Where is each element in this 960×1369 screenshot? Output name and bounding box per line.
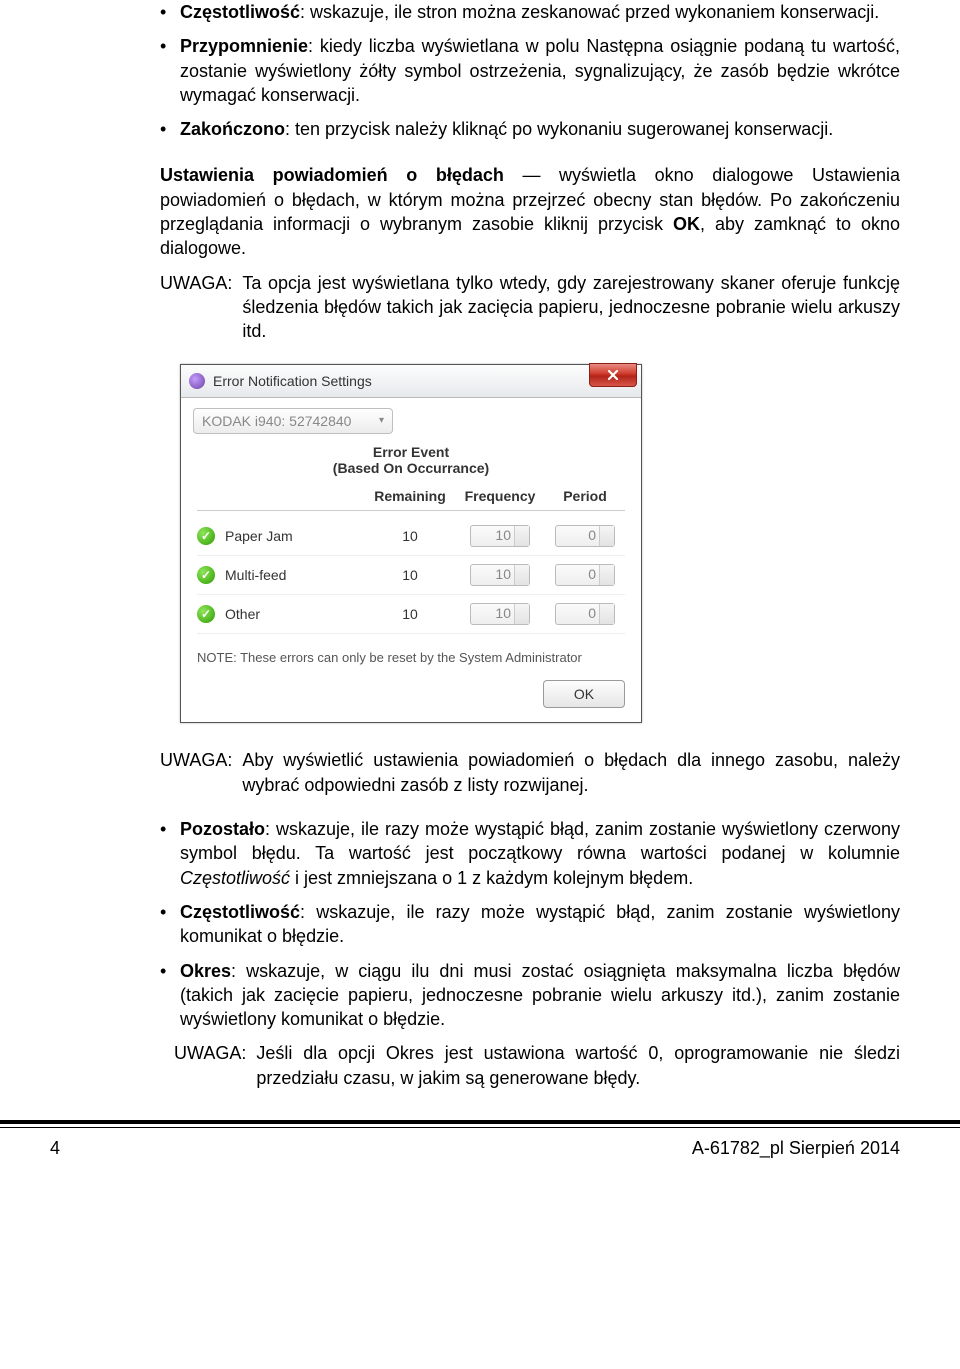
page-number: 4: [50, 1138, 60, 1159]
text: : wskazuje, ile stron można zeskanować p…: [300, 2, 879, 22]
term: Okres: [180, 961, 231, 981]
note-label: UWAGA:: [160, 748, 242, 797]
term: Pozostało: [180, 819, 265, 839]
bullet-item: Pozostało: wskazuje, ile razy może wystą…: [160, 817, 900, 890]
dialog-title: Error Notification Settings: [213, 373, 372, 389]
term: Częstotliwość: [180, 2, 300, 22]
bullet-list-2: Pozostało: wskazuje, ile razy może wystą…: [160, 817, 900, 1031]
dialog-titlebar: Error Notification Settings: [181, 365, 641, 398]
section-title: Error Event: [197, 444, 625, 460]
close-icon: [607, 369, 619, 381]
doc-id: A-61782_pl Sierpień 2014: [692, 1138, 900, 1159]
row-remaining: 10: [365, 567, 455, 583]
bullet-item: Częstotliwość: wskazuje, ile razy może w…: [160, 900, 900, 949]
row-remaining: 10: [365, 528, 455, 544]
note-body: Ta opcja jest wyświetlana tylko wtedy, g…: [242, 271, 900, 344]
table-row: ✓ Paper Jam 10 10 0: [197, 517, 625, 556]
note-1: UWAGA: Ta opcja jest wyświetlana tylko w…: [160, 271, 900, 344]
para-bold-2: OK: [673, 214, 700, 234]
row-name: Other: [225, 606, 365, 622]
section-subtitle: (Based On Occurrance): [197, 460, 625, 476]
close-button[interactable]: [589, 363, 637, 387]
note-body: Aby wyświetlić ustawienia powiadomień o …: [242, 748, 900, 797]
paragraph-settings: Ustawienia powiadomień o błędach — wyświ…: [160, 163, 900, 260]
term: Zakończono: [180, 119, 285, 139]
frequency-stepper[interactable]: 10: [470, 603, 530, 625]
col-remaining: Remaining: [365, 488, 455, 504]
col-frequency: Frequency: [455, 488, 545, 504]
table-row: ✓ Other 10 10 0: [197, 595, 625, 634]
period-stepper[interactable]: 0: [555, 564, 615, 586]
bullet-item: Zakończono: ten przycisk należy kliknąć …: [160, 117, 900, 141]
para-bold: Ustawienia powiadomień o błędach: [160, 165, 504, 185]
table-header: Remaining Frequency Period: [197, 488, 625, 511]
text: : ten przycisk należy kliknąć po wykonan…: [285, 119, 833, 139]
term: Przypomnienie: [180, 36, 308, 56]
dialog-error-notification-settings: Error Notification Settings KODAK i940: …: [180, 364, 642, 724]
period-stepper[interactable]: 0: [555, 525, 615, 547]
bullet-item: Częstotliwość: wskazuje, ile stron można…: [160, 0, 900, 24]
period-stepper[interactable]: 0: [555, 603, 615, 625]
row-name: Paper Jam: [225, 528, 365, 544]
row-remaining: 10: [365, 606, 455, 622]
ok-button[interactable]: OK: [543, 680, 625, 708]
check-icon: ✓: [197, 605, 215, 623]
bullet-item: Okres: wskazuje, w ciągu ilu dni musi zo…: [160, 959, 900, 1032]
asset-dropdown[interactable]: KODAK i940: 52742840 ▾: [193, 408, 393, 434]
note-label: UWAGA:: [174, 1041, 256, 1090]
col-period: Period: [545, 488, 625, 504]
app-icon: [189, 373, 205, 389]
row-name: Multi-feed: [225, 567, 365, 583]
check-icon: ✓: [197, 527, 215, 545]
term: Częstotliwość: [180, 902, 300, 922]
note-body: Jeśli dla opcji Okres jest ustawiona war…: [256, 1041, 900, 1090]
text: : wskazuje, ile razy może wystąpić błąd,…: [180, 819, 900, 863]
frequency-stepper[interactable]: 10: [470, 564, 530, 586]
bullet-item: Przypomnienie: kiedy liczba wyświetlana …: [160, 34, 900, 107]
chevron-down-icon: ▾: [379, 415, 384, 426]
note-label: UWAGA:: [160, 271, 242, 344]
tail: i jest zmniejszana o 1 z każdym kolejnym…: [290, 868, 693, 888]
note-2: UWAGA: Aby wyświetlić ustawienia powiado…: [160, 748, 900, 797]
note-3: UWAGA: Jeśli dla opcji Okres jest ustawi…: [160, 1041, 900, 1090]
text: : wskazuje, w ciągu ilu dni musi zostać …: [180, 961, 900, 1030]
frequency-stepper[interactable]: 10: [470, 525, 530, 547]
check-icon: ✓: [197, 566, 215, 584]
page-footer: 4 A-61782_pl Sierpień 2014: [0, 1138, 960, 1179]
bullet-list-1: Częstotliwość: wskazuje, ile stron można…: [160, 0, 900, 141]
dropdown-value: KODAK i940: 52742840: [202, 413, 351, 429]
em: Częstotliwość: [180, 868, 290, 888]
table-row: ✓ Multi-feed 10 10 0: [197, 556, 625, 595]
dialog-note: NOTE: These errors can only be reset by …: [197, 650, 625, 667]
footer-rule: [0, 1120, 960, 1128]
